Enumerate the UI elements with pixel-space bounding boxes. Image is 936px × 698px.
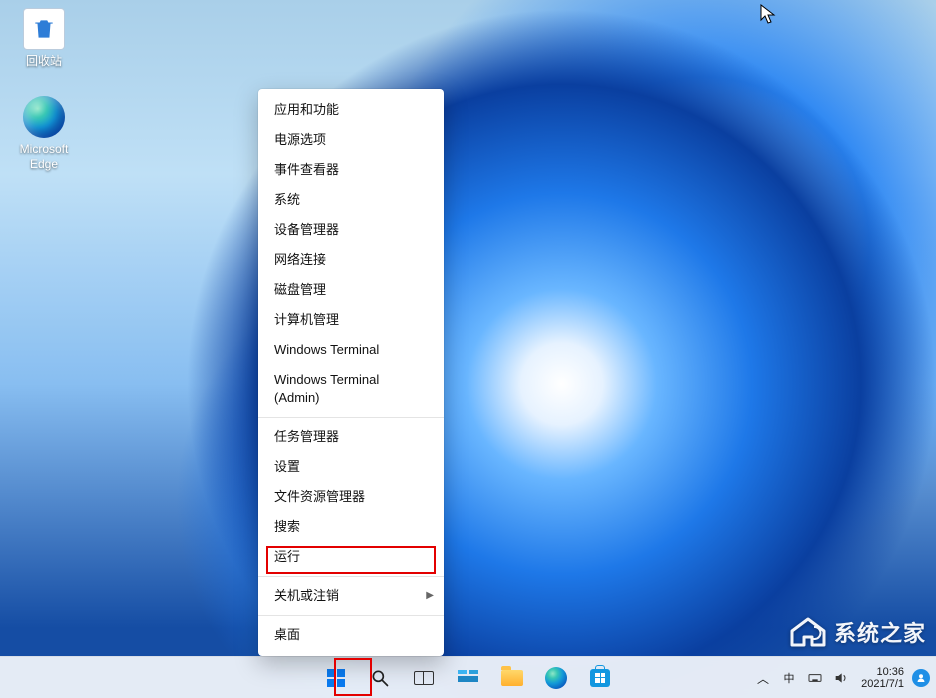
edge-icon (545, 667, 567, 689)
windows-logo-icon (327, 669, 345, 687)
menu-item-network-connections[interactable]: 网络连接 (258, 245, 444, 275)
start-context-menu: 应用和功能 电源选项 事件查看器 系统 设备管理器 网络连接 磁盘管理 计算机管… (258, 89, 444, 656)
volume-icon[interactable] (832, 669, 850, 687)
menu-separator (258, 615, 444, 616)
menu-item-task-manager[interactable]: 任务管理器 (258, 422, 444, 452)
menu-item-computer-management[interactable]: 计算机管理 (258, 305, 444, 335)
edge-taskbar-button[interactable] (538, 660, 574, 696)
cursor-icon (760, 4, 776, 26)
network-icon[interactable] (806, 669, 824, 687)
task-view-icon (414, 671, 434, 685)
menu-item-disk-management[interactable]: 磁盘管理 (258, 275, 444, 305)
menu-item-windows-terminal-admin[interactable]: Windows Terminal (Admin) (258, 365, 444, 413)
store-icon (590, 669, 610, 687)
site-watermark: 系统之家 (788, 616, 926, 648)
folder-icon (501, 670, 523, 686)
desktop-icon-recycle-bin[interactable]: 回收站 (8, 8, 80, 69)
desktop[interactable]: 回收站 Microsoft Edge 应用和功能 电源选项 事件查看器 系统 设… (0, 0, 936, 698)
recycle-bin-icon (23, 8, 65, 50)
menu-item-search[interactable]: 搜索 (258, 512, 444, 542)
menu-item-apps-features[interactable]: 应用和功能 (258, 95, 444, 125)
speaker-icon (833, 670, 849, 686)
user-icon (916, 673, 926, 683)
store-button[interactable] (582, 660, 618, 696)
menu-item-file-explorer[interactable]: 文件资源管理器 (258, 482, 444, 512)
search-button[interactable] (362, 660, 398, 696)
ime-indicator[interactable]: 中 (780, 669, 798, 687)
edge-icon (23, 96, 65, 138)
clock-date: 2021/7/1 (858, 678, 904, 690)
menu-item-device-manager[interactable]: 设备管理器 (258, 215, 444, 245)
system-tray: ︿ 中 10:36 2021/7/1 (754, 657, 930, 698)
chevron-up-icon: ︿ (757, 670, 769, 687)
taskbar-center-group (318, 660, 618, 696)
taskview-button[interactable] (406, 660, 442, 696)
clock[interactable]: 10:36 2021/7/1 (858, 666, 904, 690)
widgets-button[interactable] (450, 660, 486, 696)
presence-indicator[interactable] (912, 669, 930, 687)
search-icon (370, 668, 390, 688)
desktop-icon-edge[interactable]: Microsoft Edge (8, 96, 80, 172)
menu-item-desktop[interactable]: 桌面 (258, 620, 444, 650)
menu-separator (258, 417, 444, 418)
ethernet-icon (807, 670, 823, 686)
menu-item-event-viewer[interactable]: 事件查看器 (258, 155, 444, 185)
taskbar: ︿ 中 10:36 2021/7/1 (0, 656, 936, 698)
menu-item-settings[interactable]: 设置 (258, 452, 444, 482)
start-button[interactable] (318, 660, 354, 696)
file-explorer-button[interactable] (494, 660, 530, 696)
menu-item-windows-terminal[interactable]: Windows Terminal (258, 335, 444, 365)
menu-item-system[interactable]: 系统 (258, 185, 444, 215)
clock-time: 10:36 (858, 666, 904, 678)
menu-separator (258, 576, 444, 577)
menu-item-shutdown-signout[interactable]: 关机或注销 ▶ (258, 581, 444, 611)
desktop-icon-label: 回收站 (8, 54, 80, 69)
menu-item-power-options[interactable]: 电源选项 (258, 125, 444, 155)
tray-overflow-button[interactable]: ︿ (754, 669, 772, 687)
chevron-right-icon: ▶ (426, 587, 434, 605)
desktop-icon-label: Microsoft Edge (8, 142, 80, 172)
menu-item-run[interactable]: 运行 (258, 542, 444, 572)
widgets-icon (458, 670, 478, 686)
